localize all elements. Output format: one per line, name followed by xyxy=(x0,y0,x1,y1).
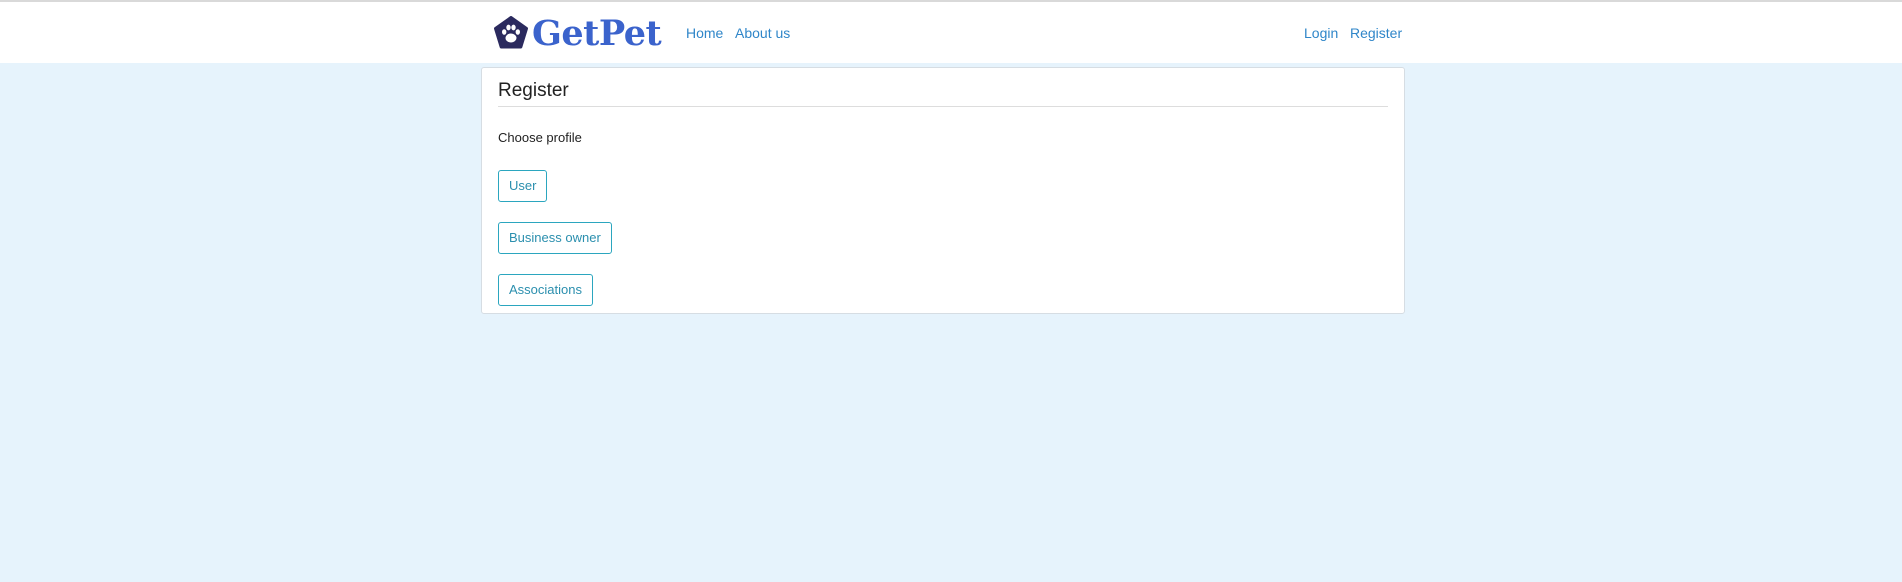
page-title: Register xyxy=(498,80,569,101)
nav-link-about-us[interactable]: About us xyxy=(735,24,790,42)
brand-name: GetPet xyxy=(532,13,662,54)
choose-profile-label: Choose profile xyxy=(498,130,582,145)
paw-icon xyxy=(494,16,528,49)
brand-logo[interactable]: GetPet xyxy=(493,13,662,54)
nav-link-home[interactable]: Home xyxy=(686,24,723,42)
title-divider xyxy=(498,106,1388,107)
nav-link-login[interactable]: Login xyxy=(1304,24,1338,42)
associations-profile-button[interactable]: Associations xyxy=(498,274,593,306)
business-owner-profile-button[interactable]: Business owner xyxy=(498,222,612,254)
user-profile-button[interactable]: User xyxy=(498,170,548,202)
navbar: GetPet Home About us Login Register xyxy=(0,2,1902,63)
nav-link-register[interactable]: Register xyxy=(1350,24,1402,42)
register-card: Register Choose profile User Business ow… xyxy=(481,67,1405,314)
